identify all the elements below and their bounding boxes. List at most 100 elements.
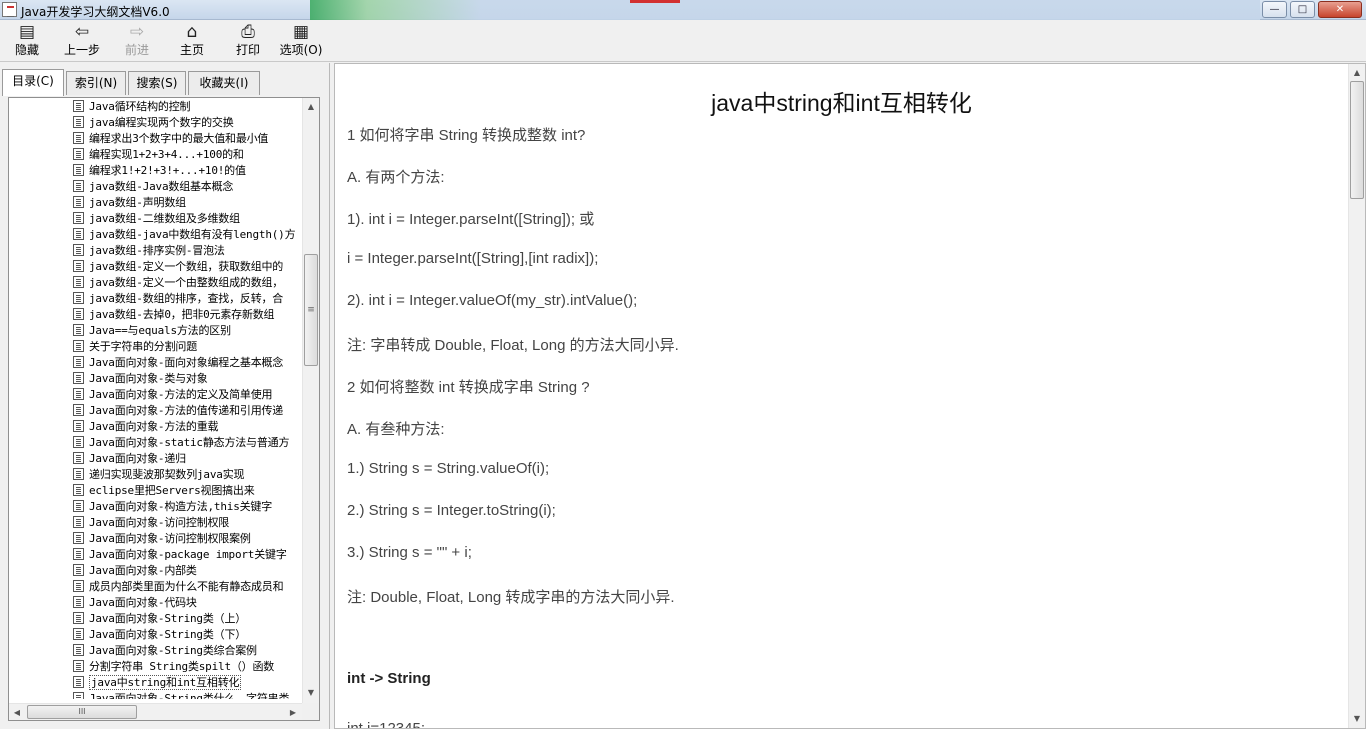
options-label: 选项(O) bbox=[279, 43, 323, 57]
tab-contents[interactable]: 目录(C) bbox=[2, 69, 64, 96]
paragraph: 2). int i = Integer.valueOf(my_str).intV… bbox=[347, 292, 638, 309]
tree-item-label: 编程实现1+2+3+4...+100的和 bbox=[89, 148, 244, 161]
paragraph: 注: Double, Float, Long 转成字串的方法大同小异. bbox=[347, 589, 675, 606]
back-button[interactable]: ⇦ 上一步 bbox=[62, 22, 102, 60]
options-button[interactable]: ▦ 选项(O) bbox=[278, 22, 324, 60]
tree-item[interactable]: Java面向对象-内部类 bbox=[9, 563, 302, 579]
tree-item[interactable]: 成员内部类里面为什么不能有静态成员和 bbox=[9, 579, 302, 595]
tab-search[interactable]: 搜索(S) bbox=[128, 71, 186, 95]
tree-scroll-thumb[interactable]: ≡ bbox=[304, 254, 318, 366]
tree-item[interactable]: Java面向对象-String类综合案例 bbox=[9, 643, 302, 659]
tree-item-label: java数组-声明数组 bbox=[89, 196, 186, 209]
tree-item[interactable]: 编程求出3个数字中的最大值和最小值 bbox=[9, 131, 302, 147]
contents-tree[interactable]: Java循环结构的控制 java编程实现两个数字的交换编程求出3个数字中的最大值和… bbox=[9, 99, 302, 699]
document-icon bbox=[73, 420, 84, 432]
tree-item[interactable]: java数组-定义一个数组，获取数组中的 bbox=[9, 259, 302, 275]
home-button[interactable]: ⌂ 主页 bbox=[176, 22, 208, 60]
document-icon bbox=[73, 580, 84, 592]
tree-item-label: java数组-定义一个由整数组成的数组， bbox=[89, 276, 284, 289]
tree-hscroll-thumb[interactable]: III bbox=[27, 705, 137, 719]
tree-item-label: Java面向对象-String类（下） bbox=[89, 628, 247, 641]
tree-item-label: java编程实现两个数字的交换 bbox=[89, 116, 234, 129]
tree-item[interactable]: Java面向对象-构造方法,this关键字 bbox=[9, 499, 302, 515]
tree-item[interactable]: java数组-声明数组 bbox=[9, 195, 302, 211]
tree-item[interactable]: Java循环结构的控制 bbox=[9, 99, 302, 115]
forward-button[interactable]: ⇨ 前进 bbox=[120, 22, 154, 60]
tree-item[interactable]: Java面向对象-访问控制权限 bbox=[9, 515, 302, 531]
content-scroll-down-arrow[interactable]: ▼ bbox=[1349, 710, 1365, 727]
scroll-down-arrow[interactable]: ▼ bbox=[303, 684, 319, 701]
tree-item-label: Java面向对象-package import关键字 bbox=[89, 548, 287, 561]
tree-item[interactable]: java数组-定义一个由整数组成的数组， bbox=[9, 275, 302, 291]
tree-item[interactable]: Java面向对象-方法的值传递和引用传递 bbox=[9, 403, 302, 419]
home-icon: ⌂ bbox=[186, 22, 198, 42]
tree-item-label: Java面向对象-代码块 bbox=[89, 596, 197, 609]
tab-index[interactable]: 索引(N) bbox=[66, 71, 126, 95]
tree-item-label: Java面向对象-方法的重载 bbox=[89, 420, 219, 433]
tree-item[interactable]: Java面向对象-代码块 bbox=[9, 595, 302, 611]
tree-item[interactable]: Java面向对象-String类什么，字符串类 bbox=[9, 691, 302, 699]
tree-item[interactable]: 分割字符串 String类spilt（）函数 bbox=[9, 659, 302, 675]
tree-item-label: java数组-定义一个数组，获取数组中的 bbox=[89, 260, 284, 273]
tree-item[interactable]: java中string和int互相转化 bbox=[9, 675, 302, 691]
document-icon bbox=[73, 372, 84, 384]
minimize-button[interactable]: — bbox=[1262, 1, 1287, 18]
content-vertical-scrollbar[interactable]: ▲ ▼ bbox=[1348, 64, 1365, 728]
document-icon bbox=[73, 260, 84, 272]
tree-item[interactable]: Java面向对象-String类（上） bbox=[9, 611, 302, 627]
scroll-up-arrow[interactable]: ▲ bbox=[303, 98, 319, 115]
tree-item-label: Java面向对象-面向对象编程之基本概念 bbox=[89, 356, 284, 369]
tree-item[interactable]: eclipse里把Servers视图搞出来 bbox=[9, 483, 302, 499]
tree-item[interactable]: Java面向对象-static静态方法与普通方 bbox=[9, 435, 302, 451]
scroll-right-arrow[interactable]: ▶ bbox=[285, 704, 301, 721]
document-icon bbox=[73, 468, 84, 480]
tab-favorites[interactable]: 收藏夹(I) bbox=[188, 71, 260, 95]
toolbar: ▤ 隐藏 ⇦ 上一步 ⇨ 前进 ⌂ 主页 ⎙ 打印 ▦ 选项(O) bbox=[0, 20, 1366, 62]
tree-item[interactable]: java数组-Java数组基本概念 bbox=[9, 179, 302, 195]
document-icon bbox=[73, 564, 84, 576]
tree-horizontal-scrollbar[interactable]: ◀ III ▶ bbox=[9, 703, 302, 720]
paragraph: 1). int i = Integer.parseInt([String]); … bbox=[347, 211, 595, 228]
tree-item[interactable]: java编程实现两个数字的交换 bbox=[9, 115, 302, 131]
tree-item[interactable]: 编程实现1+2+3+4...+100的和 bbox=[9, 147, 302, 163]
tree-item-label: Java面向对象-内部类 bbox=[89, 564, 197, 577]
print-label: 打印 bbox=[235, 43, 260, 57]
tree-item[interactable]: 编程求1!+2!+3!+...+10!的值 bbox=[9, 163, 302, 179]
content-scroll-up-arrow[interactable]: ▲ bbox=[1349, 64, 1365, 81]
tree-item-label: Java面向对象-构造方法,this关键字 bbox=[89, 500, 273, 513]
tree-item[interactable]: 递归实现斐波那契数列java实现 bbox=[9, 467, 302, 483]
tree-item-label: 分割字符串 String类spilt（）函数 bbox=[89, 660, 275, 673]
tree-item[interactable]: Java面向对象-String类（下） bbox=[9, 627, 302, 643]
tree-item[interactable]: java数组-数组的排序，查找，反转，合 bbox=[9, 291, 302, 307]
scroll-grip-icon: ≡ bbox=[307, 305, 315, 315]
tree-item[interactable]: Java面向对象-递归 bbox=[9, 451, 302, 467]
tree-item-label: Java面向对象-访问控制权限案例 bbox=[89, 532, 251, 545]
home-label: 主页 bbox=[179, 43, 204, 57]
document-icon bbox=[73, 436, 84, 448]
tree-item[interactable]: java数组-去掉0，把非0元素存新数组 bbox=[9, 307, 302, 323]
tree-item[interactable]: Java面向对象-方法的重载 bbox=[9, 419, 302, 435]
tree-item[interactable]: java数组-java中数组有没有length()方 bbox=[9, 227, 302, 243]
scroll-left-arrow[interactable]: ◀ bbox=[9, 704, 25, 721]
tree-vertical-scrollbar[interactable]: ▲ ≡ ▼ bbox=[302, 98, 319, 703]
article-title: java中string和int互相转化 bbox=[711, 90, 972, 116]
tree-item[interactable]: 关于字符串的分割问题 bbox=[9, 339, 302, 355]
tree-item[interactable]: Java面向对象-访问控制权限案例 bbox=[9, 531, 302, 547]
print-button[interactable]: ⎙ 打印 bbox=[232, 22, 264, 60]
close-button[interactable]: ✕ bbox=[1318, 1, 1362, 18]
document-icon bbox=[73, 532, 84, 544]
hide-button[interactable]: ▤ 隐藏 bbox=[8, 22, 46, 60]
tree-item[interactable]: Java==与equals方法的区别 bbox=[9, 323, 302, 339]
tree-item[interactable]: java数组-二维数组及多维数组 bbox=[9, 211, 302, 227]
maximize-button[interactable]: □ bbox=[1290, 1, 1315, 18]
document-icon bbox=[73, 356, 84, 368]
tree-item[interactable]: java数组-排序实例-冒泡法 bbox=[9, 243, 302, 259]
tree-item[interactable]: Java面向对象-面向对象编程之基本概念 bbox=[9, 355, 302, 371]
tree-item-label: Java面向对象-方法的值传递和引用传递 bbox=[89, 404, 284, 417]
tree-item-label: java数组-去掉0，把非0元素存新数组 bbox=[89, 308, 275, 321]
tree-item[interactable]: Java面向对象-package import关键字 bbox=[9, 547, 302, 563]
tree-item[interactable]: Java面向对象-类与对象 bbox=[9, 371, 302, 387]
content-scroll-thumb[interactable] bbox=[1350, 81, 1364, 199]
document-icon bbox=[73, 644, 84, 656]
tree-item[interactable]: Java面向对象-方法的定义及简单使用 bbox=[9, 387, 302, 403]
